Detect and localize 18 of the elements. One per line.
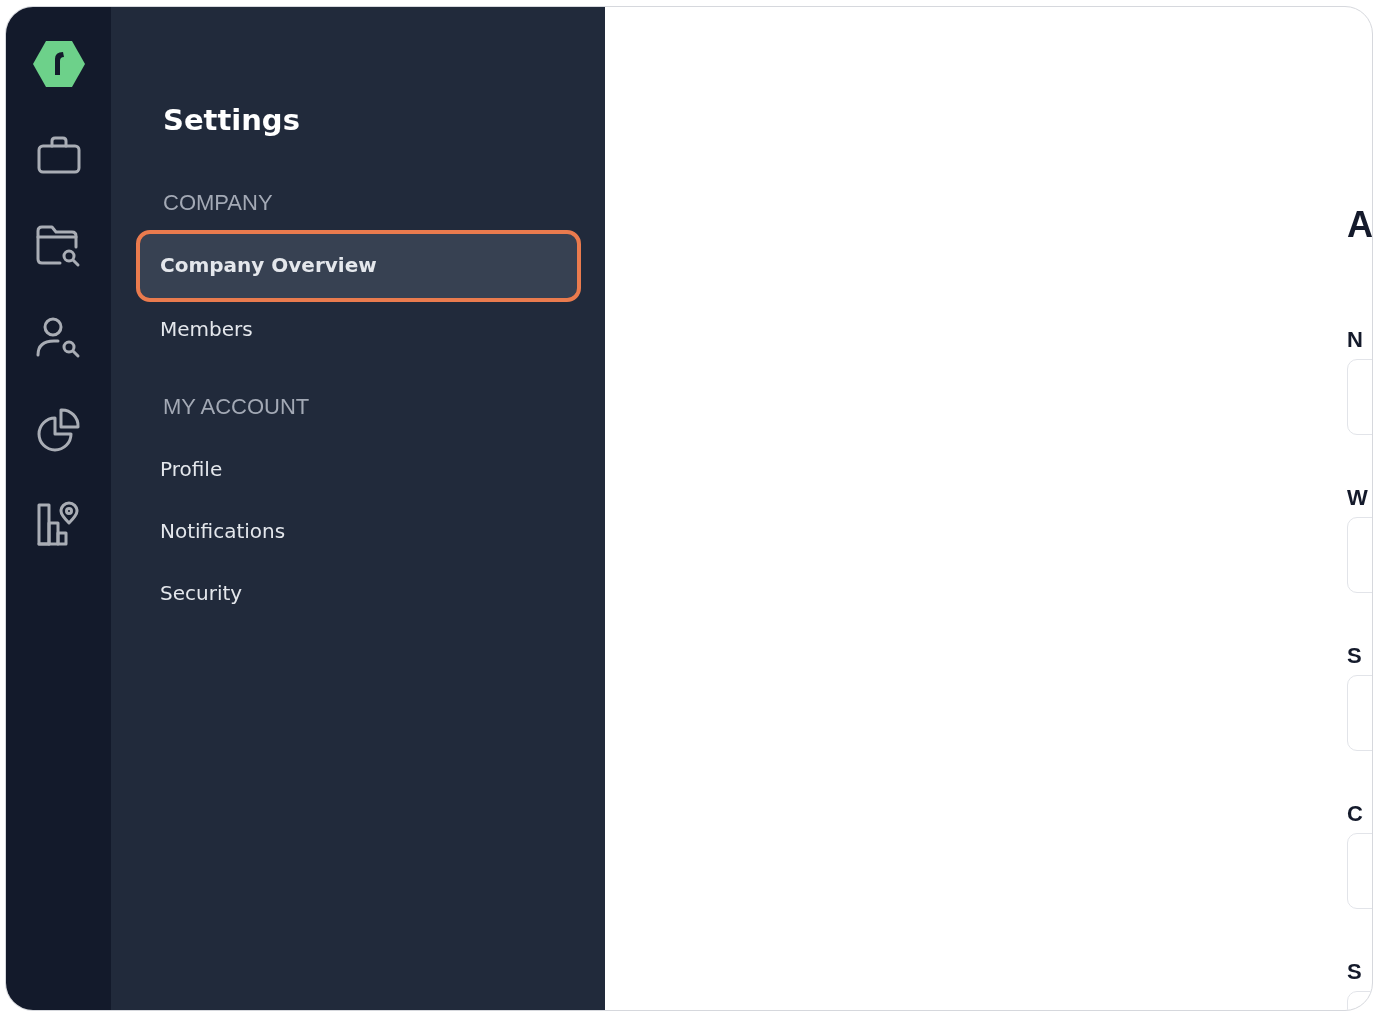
section-heading: MY ACCOUNT xyxy=(163,394,311,420)
briefcase-icon[interactable] xyxy=(36,135,81,175)
field-label: C xyxy=(1347,801,1364,827)
pie-chart-icon[interactable] xyxy=(35,407,82,453)
settings-title: Settings xyxy=(163,103,301,137)
page-heading: A xyxy=(1347,203,1372,247)
settings-nav-item[interactable]: Notifications xyxy=(140,500,577,562)
section-heading: COMPANY xyxy=(163,190,274,216)
field-label: W xyxy=(1347,485,1369,511)
user-search-icon[interactable] xyxy=(35,317,82,359)
settings-nav-item[interactable]: Members xyxy=(140,298,577,360)
field-label: S xyxy=(1347,643,1363,669)
settings-nav-item[interactable]: Profile xyxy=(140,438,577,500)
folder-search-icon[interactable] xyxy=(35,223,82,269)
field-label: S xyxy=(1347,959,1363,985)
settings-nav-item[interactable]: Security xyxy=(140,562,577,624)
logo-icon xyxy=(32,41,85,87)
field-label: N xyxy=(1347,327,1364,353)
